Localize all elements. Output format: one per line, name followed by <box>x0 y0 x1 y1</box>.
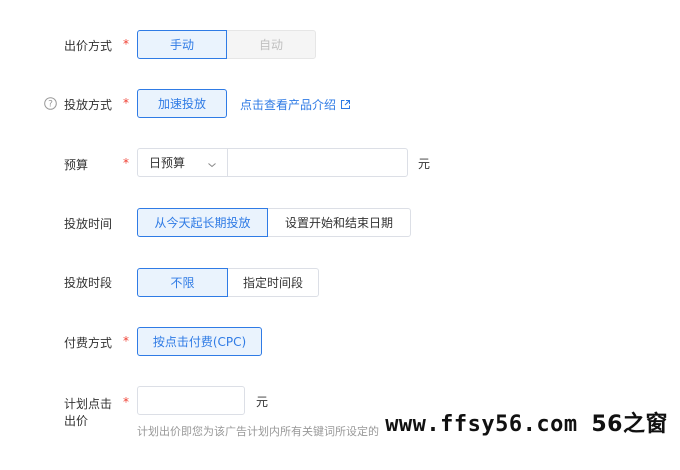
delivery-method-label: 投放方式 <box>64 98 113 112</box>
watermark-cn: 56之窗 <box>591 412 668 437</box>
delivery-method-accelerated-option[interactable]: 加速投放 <box>137 89 227 118</box>
bid-method-label: 出价方式 <box>64 39 113 53</box>
plan-bid-input[interactable] <box>137 386 245 415</box>
required-mark: * <box>123 156 129 170</box>
product-intro-link[interactable]: 点击查看产品介绍 <box>240 96 351 113</box>
delivery-period-specified-option[interactable]: 指定时间段 <box>227 268 319 297</box>
external-link-icon <box>340 99 351 110</box>
required-mark: * <box>123 96 129 110</box>
plan-bid-unit: 元 <box>256 395 269 409</box>
budget-input[interactable] <box>227 148 408 177</box>
delivery-period-label: 投放时段 <box>64 276 113 290</box>
delivery-time-label: 投放时间 <box>64 217 113 231</box>
payment-method-cpc-option[interactable]: 按点击付费(CPC) <box>137 327 262 356</box>
chevron-down-icon <box>207 158 217 168</box>
delivery-time-longterm-option[interactable]: 从今天起长期投放 <box>137 208 268 237</box>
question-circle-icon[interactable]: ? <box>44 97 57 110</box>
required-mark: * <box>123 37 129 51</box>
required-mark: * <box>123 395 129 409</box>
bid-method-auto-option[interactable]: 自动 <box>226 30 316 59</box>
site-watermark: www.ffsy56.com 56之窗 <box>385 406 668 438</box>
delivery-period-unlimited-option[interactable]: 不限 <box>137 268 228 297</box>
budget-label: 预算 <box>64 158 89 172</box>
delivery-time-daterange-option[interactable]: 设置开始和结束日期 <box>267 208 411 237</box>
watermark-url: www.ffsy56.com <box>385 412 578 437</box>
plan-bid-help-text: 计划出价即您为该广告计划内所有关键词所设定的 <box>137 425 379 438</box>
bid-method-manual-option[interactable]: 手动 <box>137 30 227 59</box>
svg-text:?: ? <box>48 100 53 110</box>
budget-type-value: 日预算 <box>149 156 186 170</box>
plan-bid-label-line1: 计划点击 <box>64 397 113 411</box>
required-mark: * <box>123 334 129 348</box>
budget-type-select[interactable]: 日预算 <box>137 148 228 177</box>
payment-method-label: 付费方式 <box>64 336 113 350</box>
budget-unit: 元 <box>418 157 431 171</box>
plan-bid-label-line2: 出价 <box>64 414 89 428</box>
product-intro-link-text[interactable]: 点击查看产品介绍 <box>240 96 336 113</box>
